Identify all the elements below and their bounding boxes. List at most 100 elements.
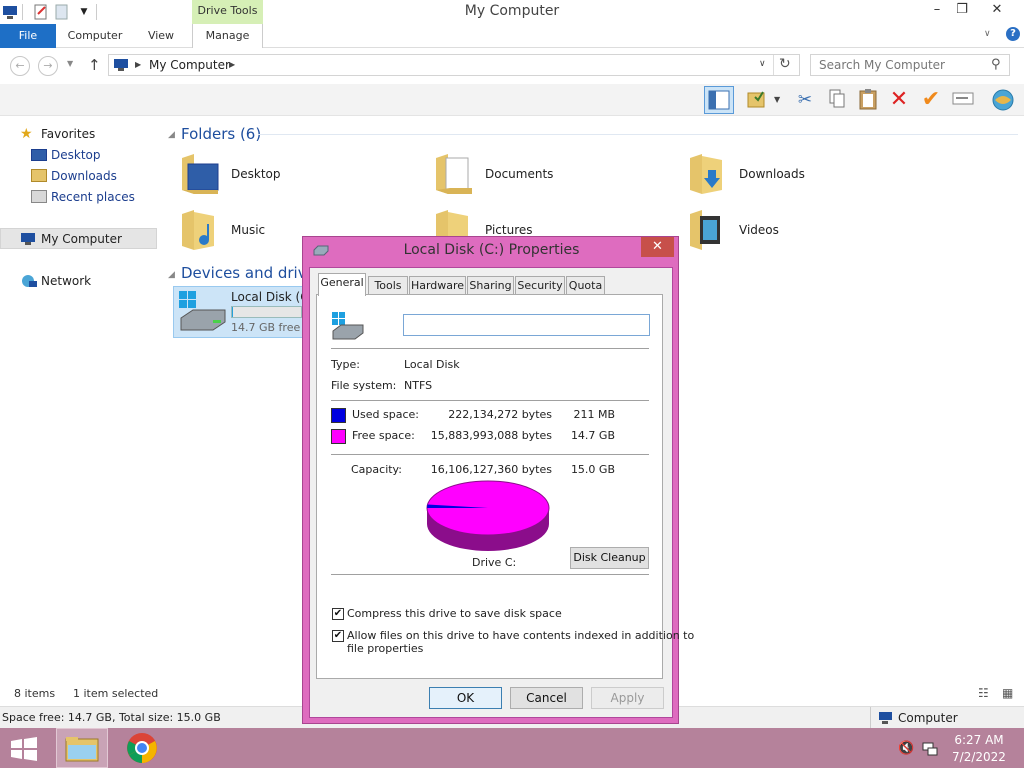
capacity-size: 15.0 GB bbox=[570, 463, 615, 476]
clock-time[interactable]: 6:27 AM bbox=[954, 733, 1004, 747]
downloads-folder-icon[interactable] bbox=[688, 150, 728, 199]
downloads-icon bbox=[31, 169, 47, 182]
tab-tools[interactable]: Tools bbox=[368, 276, 408, 296]
sidebar-favorites[interactable]: Favorites bbox=[41, 127, 95, 141]
help-icon[interactable]: ? bbox=[1006, 27, 1020, 41]
recent-places-icon bbox=[31, 190, 47, 203]
up-arrow-icon[interactable]: ↑ bbox=[88, 56, 101, 74]
rename-icon[interactable] bbox=[950, 88, 976, 112]
tab-security[interactable]: Security bbox=[515, 276, 565, 296]
volume-muted-icon[interactable]: 🔇 bbox=[898, 741, 914, 756]
drive-c-caption: Drive C: bbox=[472, 556, 517, 569]
breadcrumb-chevron-icon[interactable]: ▶ bbox=[135, 60, 141, 69]
tab-manage[interactable]: Manage bbox=[192, 24, 263, 48]
breadcrumb-chevron-icon[interactable]: ▶ bbox=[229, 60, 235, 69]
layout-pane-icon[interactable] bbox=[704, 86, 734, 114]
address-bar[interactable]: ▶ My Computer ▶ ∨ ↻ bbox=[108, 54, 800, 76]
folder-music[interactable]: Music bbox=[231, 223, 265, 237]
capacity-bytes: 16,106,127,360 bytes bbox=[430, 463, 552, 476]
divider bbox=[773, 55, 774, 75]
videos-folder-icon[interactable] bbox=[688, 206, 728, 255]
back-icon[interactable]: ← bbox=[10, 56, 30, 76]
cancel-button[interactable]: Cancel bbox=[510, 687, 583, 709]
clock-date[interactable]: 7/2/2022 bbox=[950, 750, 1008, 764]
folders-group-header[interactable]: Folders (6) bbox=[181, 125, 261, 143]
folder-documents[interactable]: Documents bbox=[485, 167, 553, 181]
recent-locations-icon[interactable]: ▼ bbox=[67, 59, 73, 68]
address-dropdown-icon[interactable]: ∨ bbox=[759, 59, 766, 69]
tiles-view-icon[interactable]: ▦ bbox=[1002, 686, 1013, 700]
compress-checkbox[interactable]: ✔ bbox=[332, 608, 344, 620]
music-folder-icon[interactable] bbox=[180, 206, 220, 255]
select-folder-icon[interactable] bbox=[744, 88, 770, 112]
dialog-close-button[interactable]: ✕ bbox=[641, 237, 674, 257]
documents-folder-icon[interactable] bbox=[434, 150, 474, 199]
drive-label-input[interactable] bbox=[403, 314, 650, 336]
folder-pictures[interactable]: Pictures bbox=[485, 223, 533, 237]
apply-button[interactable]: Apply bbox=[591, 687, 664, 709]
hard-drive-icon bbox=[177, 290, 227, 335]
minimize-button[interactable]: – bbox=[925, 2, 949, 20]
desktop-folder-icon[interactable] bbox=[180, 150, 220, 199]
chrome-icon[interactable] bbox=[126, 732, 158, 767]
computer-icon bbox=[878, 711, 894, 728]
folder-downloads[interactable]: Downloads bbox=[739, 167, 805, 181]
file-system-label: File system: bbox=[331, 379, 397, 392]
index-label-line1[interactable]: Allow files on this drive to have conten… bbox=[347, 629, 694, 642]
restore-button[interactable]: ❐ bbox=[950, 2, 974, 20]
tab-computer[interactable]: Computer bbox=[60, 24, 130, 48]
tab-general[interactable]: General bbox=[318, 273, 366, 296]
check-icon[interactable]: ✔ bbox=[918, 88, 944, 112]
collapse-devices-icon[interactable]: ◢ bbox=[168, 270, 175, 280]
divider bbox=[331, 454, 649, 455]
copy-icon[interactable] bbox=[824, 88, 850, 112]
breadcrumb-my-computer[interactable]: My Computer bbox=[149, 58, 230, 72]
forward-icon[interactable]: → bbox=[38, 56, 58, 76]
close-button[interactable]: ✕ bbox=[985, 2, 1009, 20]
search-icon[interactable]: ⚲ bbox=[991, 57, 1001, 72]
paste-icon[interactable] bbox=[855, 88, 881, 112]
tab-file[interactable]: File bbox=[0, 24, 56, 48]
search-box[interactable]: Search My Computer ⚲ bbox=[810, 54, 1010, 76]
start-windows-icon[interactable] bbox=[10, 737, 38, 764]
pictures-folder-icon[interactable] bbox=[434, 206, 474, 239]
selection-count: 1 item selected bbox=[73, 687, 159, 700]
sidebar-item-network[interactable]: Network bbox=[41, 274, 91, 288]
cut-icon[interactable]: ✂ bbox=[792, 88, 818, 112]
network-globe-icon[interactable] bbox=[990, 88, 1016, 112]
select-dropdown-icon[interactable]: ▼ bbox=[774, 95, 780, 104]
disk-cleanup-button[interactable]: Disk Cleanup bbox=[570, 547, 649, 569]
ok-button[interactable]: OK bbox=[429, 687, 502, 709]
details-view-icon[interactable]: ☷ bbox=[978, 686, 989, 700]
index-checkbox[interactable]: ✔ bbox=[332, 630, 344, 642]
expand-ribbon-icon[interactable]: ∨ bbox=[984, 29, 991, 39]
ribbon-tabs: File Computer View Manage ∨ ? bbox=[0, 24, 1024, 48]
folder-videos[interactable]: Videos bbox=[739, 223, 779, 237]
drive-c-name: Local Disk (C:) bbox=[231, 290, 302, 304]
divider bbox=[258, 134, 1018, 135]
computer-icon bbox=[20, 232, 38, 249]
type-label: Type: bbox=[331, 358, 360, 371]
sidebar-item-desktop[interactable]: Desktop bbox=[51, 148, 101, 162]
search-input[interactable]: Search My Computer bbox=[819, 58, 945, 72]
tab-hardware[interactable]: Hardware bbox=[409, 276, 466, 296]
taskbar: 🔇 6:27 AM 7/2/2022 bbox=[0, 728, 1024, 768]
compress-label[interactable]: Compress this drive to save disk space bbox=[347, 607, 562, 620]
network-status-icon[interactable] bbox=[922, 740, 938, 759]
free-space-bytes: 15,883,993,088 bytes bbox=[430, 429, 552, 442]
drive-c-usage-bar bbox=[231, 306, 302, 318]
tab-sharing[interactable]: Sharing bbox=[467, 276, 514, 296]
taskbar-explorer-button[interactable] bbox=[56, 728, 108, 768]
tab-quota[interactable]: Quota bbox=[566, 276, 605, 296]
space-summary: Space free: 14.7 GB, Total size: 15.0 GB bbox=[2, 711, 221, 724]
sidebar-item-recent-places[interactable]: Recent places bbox=[51, 190, 135, 204]
sidebar-item-downloads[interactable]: Downloads bbox=[51, 169, 117, 183]
refresh-icon[interactable]: ↻ bbox=[779, 56, 791, 72]
collapse-folders-icon[interactable]: ◢ bbox=[168, 130, 175, 140]
delete-icon[interactable]: ✕ bbox=[886, 88, 912, 112]
folder-desktop[interactable]: Desktop bbox=[231, 167, 281, 181]
tab-view[interactable]: View bbox=[136, 24, 186, 48]
devices-group-header[interactable]: Devices and drives bbox=[181, 264, 302, 282]
index-label-line2[interactable]: file properties bbox=[347, 642, 423, 655]
used-space-bytes: 222,134,272 bytes bbox=[448, 408, 552, 421]
